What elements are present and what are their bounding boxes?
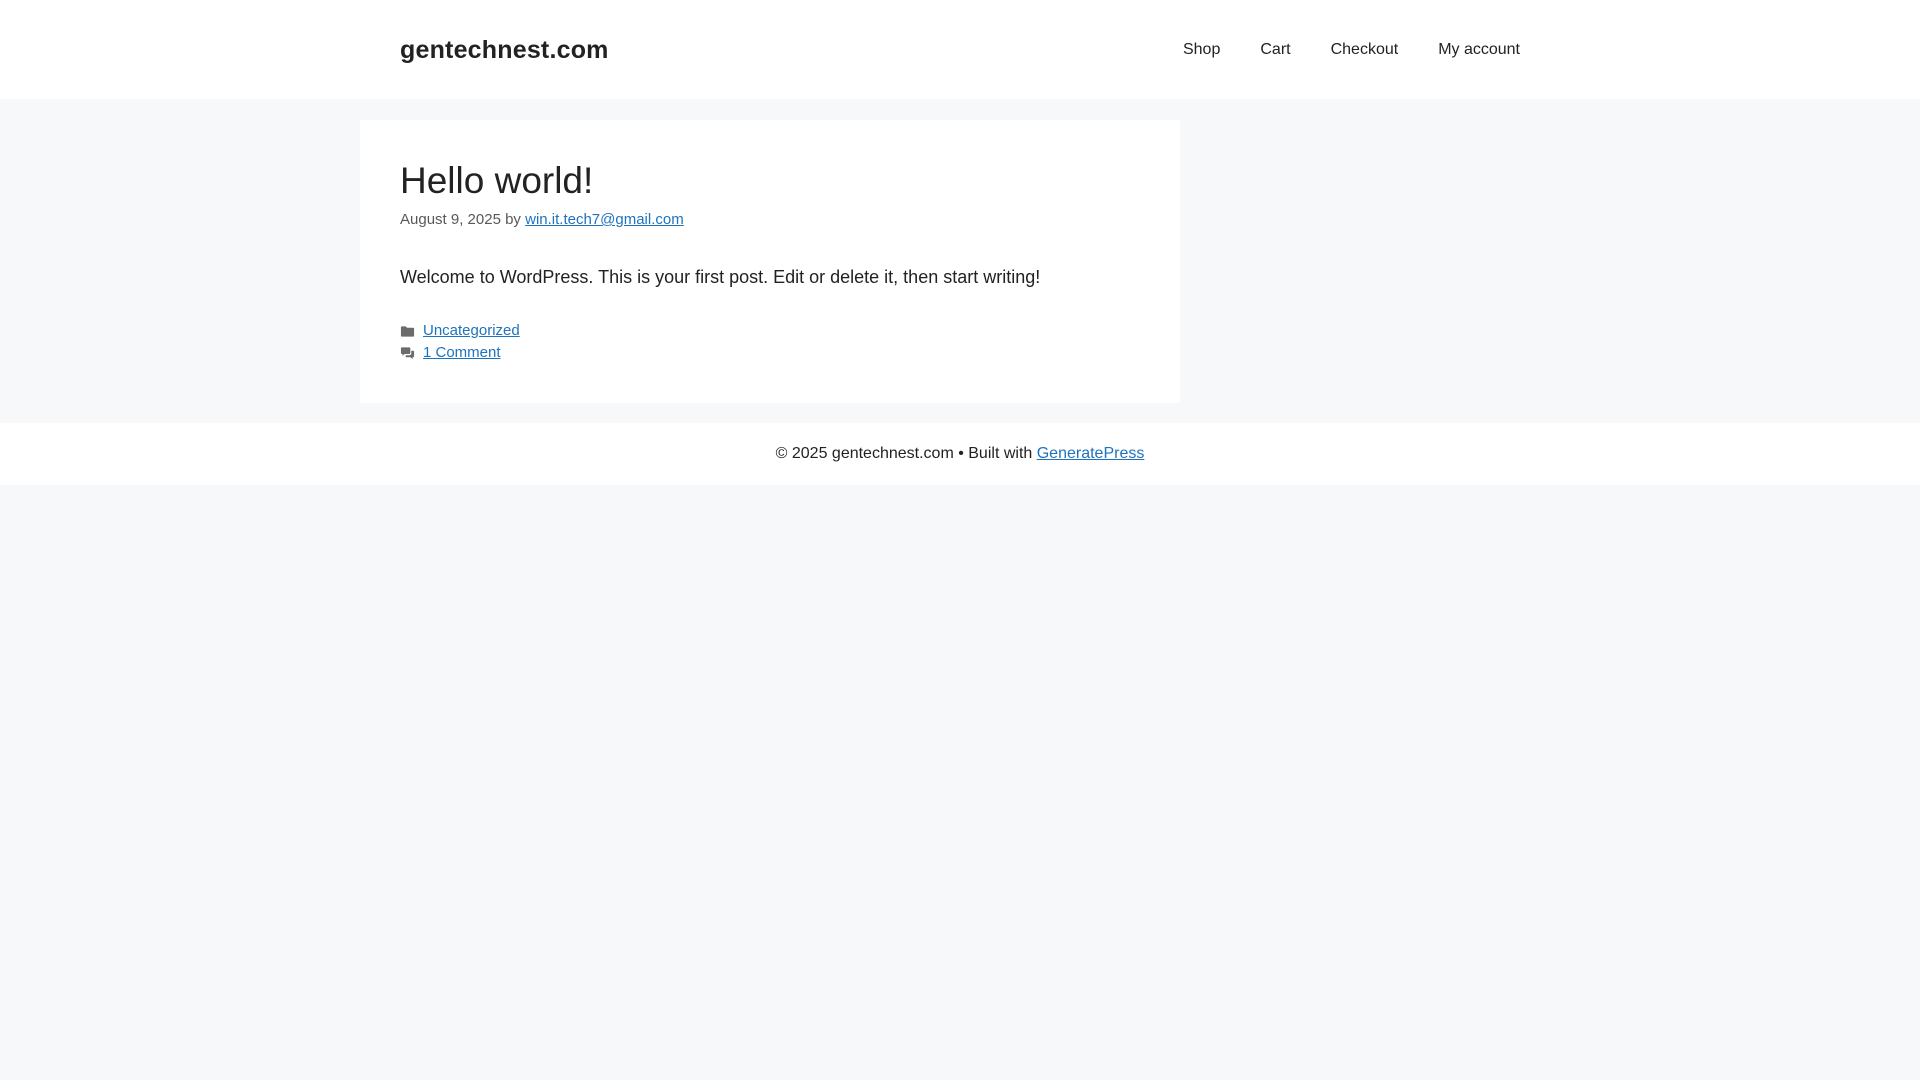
post-excerpt: Welcome to WordPress. This is your first… [400, 267, 1041, 287]
post-article: Hello world! August 9, 2025 by win.it.te… [360, 120, 1180, 403]
comments-row: 1 Comment [400, 342, 520, 364]
main-navigation: Shop Cart Checkout My account [1163, 0, 1520, 99]
category-link[interactable]: Uncategorized [423, 320, 520, 342]
post-by-label: by [505, 211, 521, 228]
post-author-link[interactable]: win.it.tech7@gmail.com [525, 211, 684, 228]
post-date: August 9, 2025 [400, 211, 501, 228]
comments-link[interactable]: 1 Comment [423, 342, 501, 364]
site-header: gentechnest.com Shop Cart Checkout My ac… [0, 0, 1920, 99]
comments-icon [400, 346, 415, 359]
post-title[interactable]: Hello world! [400, 158, 593, 204]
nav-item-my-account[interactable]: My account [1418, 0, 1520, 99]
footer-copyright: © 2025 gentechnest.com • Built with [775, 445, 1033, 462]
post-footer-meta: Uncategorized 1 Comment [400, 320, 520, 364]
generatepress-link[interactable]: GeneratePress [1037, 445, 1145, 463]
post-meta: August 9, 2025 by win.it.tech7@gmail.com [400, 210, 684, 230]
site-footer: © 2025 gentechnest.com • Built with Gene… [0, 423, 1920, 485]
site-title-link[interactable]: gentechnest.com [400, 34, 609, 66]
nav-item-cart[interactable]: Cart [1240, 0, 1310, 99]
nav-item-checkout[interactable]: Checkout [1311, 0, 1419, 99]
nav-item-shop[interactable]: Shop [1163, 0, 1240, 99]
folder-icon [400, 325, 415, 337]
category-row: Uncategorized [400, 320, 520, 342]
